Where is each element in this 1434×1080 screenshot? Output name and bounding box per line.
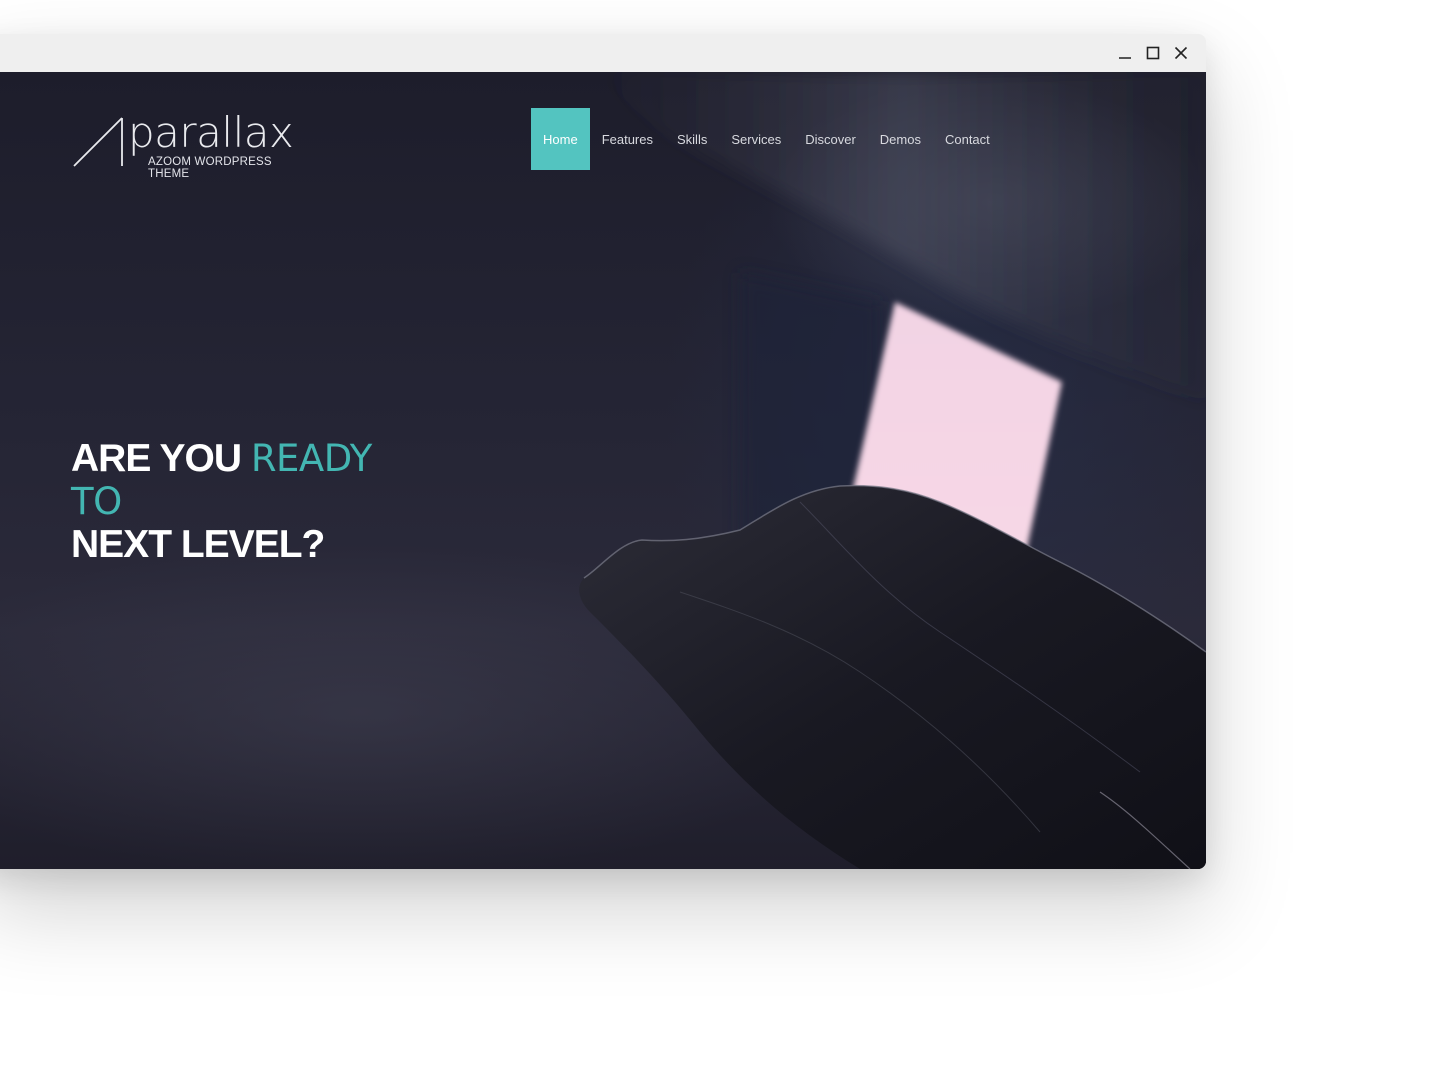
browser-window: parallax AZOOM WORDPRESS THEME Home Feat… — [0, 34, 1206, 869]
nav-item-services[interactable]: Services — [719, 108, 793, 170]
nav-item-home[interactable]: Home — [531, 108, 590, 170]
headline-strong-1: ARE YOU — [71, 437, 242, 480]
window-titlebar — [0, 34, 1206, 72]
minimize-icon[interactable] — [1114, 42, 1136, 64]
headline-accent-2: TO — [71, 480, 122, 523]
headline-line-3: NEXT LEVEL? — [71, 523, 372, 566]
site-logo[interactable]: parallax AZOOM WORDPRESS THEME — [72, 108, 312, 180]
headline-line-1: ARE YOU READY — [71, 437, 372, 480]
window-controls — [1114, 34, 1192, 72]
maximize-icon[interactable] — [1142, 42, 1164, 64]
nav-item-demos[interactable]: Demos — [868, 108, 933, 170]
headline-strong-3: NEXT LEVEL? — [71, 523, 325, 566]
headline-line-2: TO — [71, 480, 372, 523]
nav-item-features[interactable]: Features — [590, 108, 665, 170]
page-viewport: parallax AZOOM WORDPRESS THEME Home Feat… — [0, 72, 1206, 869]
logo-wordmark: parallax — [128, 108, 294, 157]
hero-headline: ARE YOU READY TO NEXT LEVEL? — [71, 437, 372, 566]
main-nav: Home Features Skills Services Discover D… — [531, 108, 1002, 170]
logo-tagline: AZOOM WORDPRESS THEME — [148, 156, 272, 180]
headline-accent-1: READY — [250, 437, 372, 480]
close-icon[interactable] — [1170, 42, 1192, 64]
nav-item-discover[interactable]: Discover — [793, 108, 868, 170]
nav-item-contact[interactable]: Contact — [933, 108, 1002, 170]
nav-item-skills[interactable]: Skills — [665, 108, 719, 170]
